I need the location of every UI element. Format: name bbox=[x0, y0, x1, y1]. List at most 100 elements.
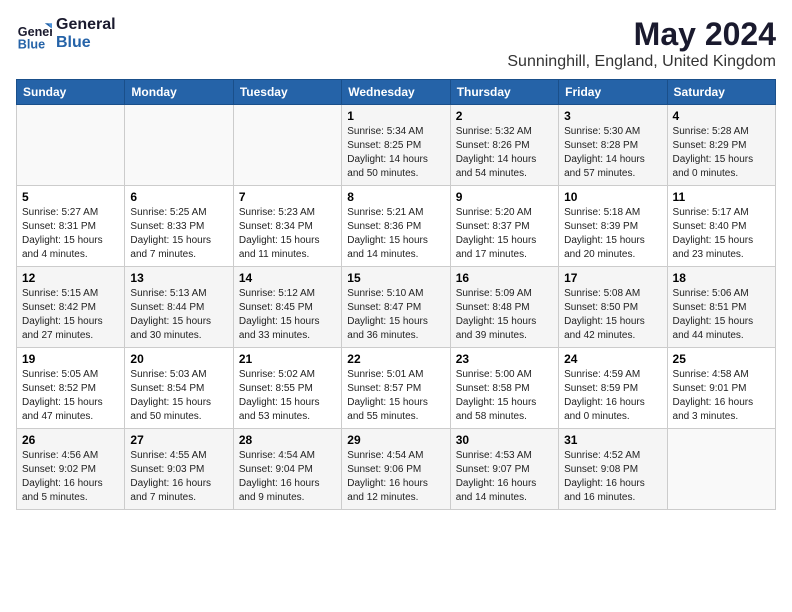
day-info: Sunrise: 5:01 AMSunset: 8:57 PMDaylight:… bbox=[347, 368, 444, 424]
calendar-cell: 21 Sunrise: 5:02 AMSunset: 8:55 PMDayligh… bbox=[233, 348, 341, 429]
calendar-cell: 24 Sunrise: 4:59 AMSunset: 8:59 PMDayligh… bbox=[559, 348, 667, 429]
month-title: May 2024 bbox=[507, 16, 776, 53]
logo-general: General bbox=[56, 16, 116, 34]
calendar-cell: 20 Sunrise: 5:03 AMSunset: 8:54 PMDayligh… bbox=[125, 348, 233, 429]
calendar-cell: 30 Sunrise: 4:53 AMSunset: 9:07 PMDayligh… bbox=[450, 429, 558, 510]
calendar-week-4: 19 Sunrise: 5:05 AMSunset: 8:52 PMDayligh… bbox=[17, 348, 776, 429]
day-info: Sunrise: 5:34 AMSunset: 8:25 PMDaylight:… bbox=[347, 125, 444, 181]
logo: General Blue General Blue bbox=[16, 16, 116, 52]
calendar-cell bbox=[125, 105, 233, 186]
day-info: Sunrise: 5:09 AMSunset: 8:48 PMDaylight:… bbox=[456, 287, 553, 343]
day-number: 28 bbox=[239, 433, 336, 447]
day-number: 6 bbox=[130, 190, 227, 204]
calendar-cell: 1 Sunrise: 5:34 AMSunset: 8:25 PMDaylight… bbox=[342, 105, 450, 186]
day-number: 10 bbox=[564, 190, 661, 204]
day-info: Sunrise: 5:23 AMSunset: 8:34 PMDaylight:… bbox=[239, 206, 336, 262]
day-number: 21 bbox=[239, 352, 336, 366]
day-info: Sunrise: 4:53 AMSunset: 9:07 PMDaylight:… bbox=[456, 449, 553, 505]
day-number: 2 bbox=[456, 109, 553, 123]
day-info: Sunrise: 5:05 AMSunset: 8:52 PMDaylight:… bbox=[22, 368, 119, 424]
day-info: Sunrise: 4:54 AMSunset: 9:06 PMDaylight:… bbox=[347, 449, 444, 505]
calendar-cell: 7 Sunrise: 5:23 AMSunset: 8:34 PMDaylight… bbox=[233, 186, 341, 267]
day-info: Sunrise: 4:54 AMSunset: 9:04 PMDaylight:… bbox=[239, 449, 336, 505]
day-number: 24 bbox=[564, 352, 661, 366]
day-number: 15 bbox=[347, 271, 444, 285]
day-number: 16 bbox=[456, 271, 553, 285]
day-number: 20 bbox=[130, 352, 227, 366]
svg-text:Blue: Blue bbox=[18, 37, 45, 51]
calendar-cell: 12 Sunrise: 5:15 AMSunset: 8:42 PMDayligh… bbox=[17, 267, 125, 348]
day-info: Sunrise: 5:20 AMSunset: 8:37 PMDaylight:… bbox=[456, 206, 553, 262]
calendar-week-1: 1 Sunrise: 5:34 AMSunset: 8:25 PMDaylight… bbox=[17, 105, 776, 186]
calendar-cell: 19 Sunrise: 5:05 AMSunset: 8:52 PMDayligh… bbox=[17, 348, 125, 429]
calendar-cell: 3Sunrise: 5:30 AMSunset: 8:28 PMDaylight… bbox=[559, 105, 667, 186]
day-number: 30 bbox=[456, 433, 553, 447]
calendar-cell: 17Sunrise: 5:08 AMSunset: 8:50 PMDayligh… bbox=[559, 267, 667, 348]
day-info: Sunrise: 5:30 AMSunset: 8:28 PMDaylight:… bbox=[564, 125, 661, 181]
day-number: 7 bbox=[239, 190, 336, 204]
calendar-cell: 25Sunrise: 4:58 AMSunset: 9:01 PMDayligh… bbox=[667, 348, 775, 429]
day-info: Sunrise: 5:21 AMSunset: 8:36 PMDaylight:… bbox=[347, 206, 444, 262]
day-number: 26 bbox=[22, 433, 119, 447]
day-info: Sunrise: 4:58 AMSunset: 9:01 PMDaylight:… bbox=[673, 368, 770, 424]
calendar-cell: 6 Sunrise: 5:25 AMSunset: 8:33 PMDaylight… bbox=[125, 186, 233, 267]
day-info: Sunrise: 5:13 AMSunset: 8:44 PMDaylight:… bbox=[130, 287, 227, 343]
calendar-week-5: 26 Sunrise: 4:56 AMSunset: 9:02 PMDayligh… bbox=[17, 429, 776, 510]
day-number: 5 bbox=[22, 190, 119, 204]
day-header-row: SundayMondayTuesdayWednesdayThursdayFrid… bbox=[17, 80, 776, 105]
day-number: 31 bbox=[564, 433, 661, 447]
day-header-tuesday: Tuesday bbox=[233, 80, 341, 105]
calendar-cell: 11 Sunrise: 5:17 AMSunset: 8:40 PMDayligh… bbox=[667, 186, 775, 267]
day-header-monday: Monday bbox=[125, 80, 233, 105]
day-header-saturday: Saturday bbox=[667, 80, 775, 105]
calendar-cell: 26 Sunrise: 4:56 AMSunset: 9:02 PMDayligh… bbox=[17, 429, 125, 510]
day-info: Sunrise: 4:55 AMSunset: 9:03 PMDaylight:… bbox=[130, 449, 227, 505]
day-number: 13 bbox=[130, 271, 227, 285]
calendar-cell: 27Sunrise: 4:55 AMSunset: 9:03 PMDayligh… bbox=[125, 429, 233, 510]
day-number: 9 bbox=[456, 190, 553, 204]
day-number: 1 bbox=[347, 109, 444, 123]
day-info: Sunrise: 5:03 AMSunset: 8:54 PMDaylight:… bbox=[130, 368, 227, 424]
calendar-cell: 18 Sunrise: 5:06 AMSunset: 8:51 PMDayligh… bbox=[667, 267, 775, 348]
day-info: Sunrise: 5:18 AMSunset: 8:39 PMDaylight:… bbox=[564, 206, 661, 262]
day-info: Sunrise: 5:06 AMSunset: 8:51 PMDaylight:… bbox=[673, 287, 770, 343]
day-info: Sunrise: 5:28 AMSunset: 8:29 PMDaylight:… bbox=[673, 125, 770, 181]
day-number: 19 bbox=[22, 352, 119, 366]
calendar-cell: 23Sunrise: 5:00 AMSunset: 8:58 PMDayligh… bbox=[450, 348, 558, 429]
calendar-cell bbox=[17, 105, 125, 186]
page-header: General Blue General Blue May 2024 Sunni… bbox=[16, 16, 776, 71]
calendar-cell: 22 Sunrise: 5:01 AMSunset: 8:57 PMDayligh… bbox=[342, 348, 450, 429]
calendar-cell: 31Sunrise: 4:52 AMSunset: 9:08 PMDayligh… bbox=[559, 429, 667, 510]
calendar-cell: 15 Sunrise: 5:10 AMSunset: 8:47 PMDayligh… bbox=[342, 267, 450, 348]
day-number: 29 bbox=[347, 433, 444, 447]
day-info: Sunrise: 5:02 AMSunset: 8:55 PMDaylight:… bbox=[239, 368, 336, 424]
day-number: 22 bbox=[347, 352, 444, 366]
calendar-cell: 2Sunrise: 5:32 AMSunset: 8:26 PMDaylight… bbox=[450, 105, 558, 186]
day-info: Sunrise: 4:56 AMSunset: 9:02 PMDaylight:… bbox=[22, 449, 119, 505]
day-info: Sunrise: 5:08 AMSunset: 8:50 PMDaylight:… bbox=[564, 287, 661, 343]
day-number: 18 bbox=[673, 271, 770, 285]
calendar-cell bbox=[667, 429, 775, 510]
calendar-cell: 4 Sunrise: 5:28 AMSunset: 8:29 PMDaylight… bbox=[667, 105, 775, 186]
day-info: Sunrise: 5:10 AMSunset: 8:47 PMDaylight:… bbox=[347, 287, 444, 343]
calendar-cell: 14Sunrise: 5:12 AMSunset: 8:45 PMDayligh… bbox=[233, 267, 341, 348]
calendar-cell: 16 Sunrise: 5:09 AMSunset: 8:48 PMDayligh… bbox=[450, 267, 558, 348]
calendar-table: SundayMondayTuesdayWednesdayThursdayFrid… bbox=[16, 79, 776, 510]
logo-icon: General Blue bbox=[16, 16, 52, 52]
logo-blue: Blue bbox=[56, 34, 116, 52]
day-info: Sunrise: 5:15 AMSunset: 8:42 PMDaylight:… bbox=[22, 287, 119, 343]
day-info: Sunrise: 5:17 AMSunset: 8:40 PMDaylight:… bbox=[673, 206, 770, 262]
day-number: 4 bbox=[673, 109, 770, 123]
calendar-week-2: 5Sunrise: 5:27 AMSunset: 8:31 PMDaylight… bbox=[17, 186, 776, 267]
calendar-cell: 5Sunrise: 5:27 AMSunset: 8:31 PMDaylight… bbox=[17, 186, 125, 267]
day-info: Sunrise: 5:25 AMSunset: 8:33 PMDaylight:… bbox=[130, 206, 227, 262]
calendar-cell: 8 Sunrise: 5:21 AMSunset: 8:36 PMDaylight… bbox=[342, 186, 450, 267]
day-header-friday: Friday bbox=[559, 80, 667, 105]
day-number: 12 bbox=[22, 271, 119, 285]
day-info: Sunrise: 4:59 AMSunset: 8:59 PMDaylight:… bbox=[564, 368, 661, 424]
calendar-cell: 29 Sunrise: 4:54 AMSunset: 9:06 PMDayligh… bbox=[342, 429, 450, 510]
location-subtitle: Sunninghill, England, United Kingdom bbox=[507, 53, 776, 71]
day-number: 8 bbox=[347, 190, 444, 204]
day-info: Sunrise: 5:12 AMSunset: 8:45 PMDaylight:… bbox=[239, 287, 336, 343]
day-number: 11 bbox=[673, 190, 770, 204]
